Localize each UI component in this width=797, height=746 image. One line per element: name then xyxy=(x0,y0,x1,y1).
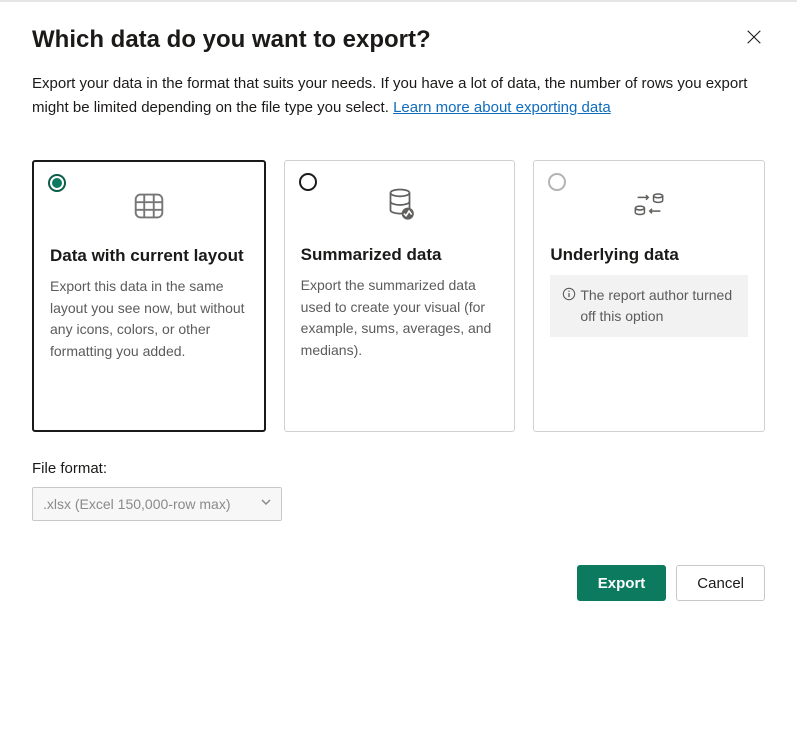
export-button[interactable]: Export xyxy=(577,565,667,601)
option-summarized-data[interactable]: Summarized data Export the summarized da… xyxy=(284,160,516,432)
dialog-title: Which data do you want to export? xyxy=(32,26,431,54)
learn-more-link[interactable]: Learn more about exporting data xyxy=(393,99,611,116)
option-disabled-note: The report author turned off this option xyxy=(550,275,748,337)
file-format-selected-value: .xlsx (Excel 150,000-row max) xyxy=(43,496,231,512)
dialog-description: Export your data in the format that suit… xyxy=(32,72,765,120)
option-title: Data with current layout xyxy=(50,246,248,266)
description-text: Export your data in the format that suit… xyxy=(32,75,747,116)
table-layout-icon xyxy=(50,184,248,228)
option-title: Summarized data xyxy=(301,245,499,265)
file-format-label: File format: xyxy=(32,460,765,477)
info-icon xyxy=(562,285,576,307)
file-format-select[interactable]: .xlsx (Excel 150,000-row max) xyxy=(32,487,282,521)
file-format-section: File format: .xlsx (Excel 150,000-row ma… xyxy=(32,460,765,521)
database-sync-icon xyxy=(550,183,748,227)
cancel-button[interactable]: Cancel xyxy=(676,565,765,601)
option-underlying-data: Underlying data The report author turned… xyxy=(533,160,765,432)
radio-current-layout[interactable] xyxy=(48,174,66,192)
disabled-message-text: The report author turned off this option xyxy=(580,285,736,327)
radio-summarized-data[interactable] xyxy=(299,173,317,191)
option-title: Underlying data xyxy=(550,245,748,265)
database-chart-icon xyxy=(301,183,499,227)
close-button[interactable] xyxy=(743,26,765,51)
close-icon xyxy=(745,30,763,50)
export-options: Data with current layout Export this dat… xyxy=(32,160,765,432)
dialog-actions: Export Cancel xyxy=(32,565,765,601)
option-description: Export the summarized data used to creat… xyxy=(301,275,499,362)
option-description: Export this data in the same layout you … xyxy=(50,276,248,363)
option-current-layout[interactable]: Data with current layout Export this dat… xyxy=(32,160,266,432)
